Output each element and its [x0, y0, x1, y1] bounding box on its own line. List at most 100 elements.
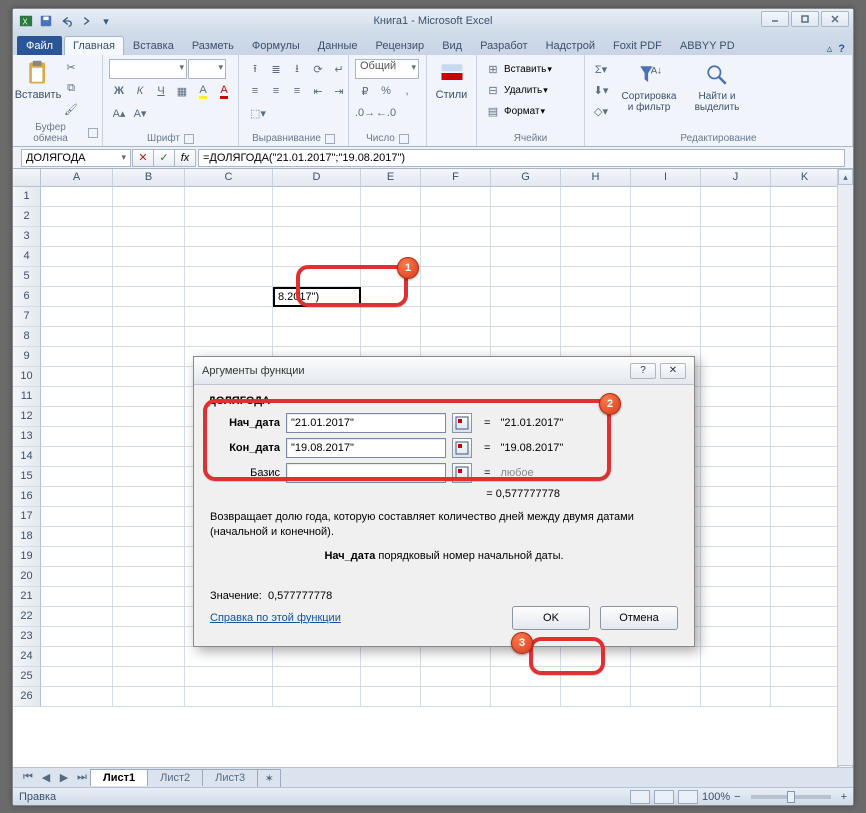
- cell-D26[interactable]: [273, 687, 361, 707]
- tab-home[interactable]: Главная: [64, 36, 124, 55]
- name-box[interactable]: ДОЛЯГОДА▾: [21, 149, 131, 167]
- cell-A11[interactable]: [41, 387, 113, 407]
- cell-J14[interactable]: [701, 447, 771, 467]
- cell-K17[interactable]: [771, 507, 839, 527]
- row-header-17[interactable]: 17: [13, 507, 41, 527]
- row-header-1[interactable]: 1: [13, 187, 41, 207]
- row-header-12[interactable]: 12: [13, 407, 41, 427]
- qat-dropdown-icon[interactable]: ▾: [97, 12, 115, 30]
- close-button[interactable]: [821, 11, 849, 27]
- cell-B5[interactable]: [113, 267, 185, 287]
- cell-D5[interactable]: [273, 267, 361, 287]
- minimize-button[interactable]: [761, 11, 789, 27]
- merge-button[interactable]: ⬚▾: [245, 103, 271, 123]
- cell-J10[interactable]: [701, 367, 771, 387]
- cell-G1[interactable]: [491, 187, 561, 207]
- zoom-slider[interactable]: [751, 795, 831, 799]
- row-header-4[interactable]: 4: [13, 247, 41, 267]
- cell-J13[interactable]: [701, 427, 771, 447]
- row-header-24[interactable]: 24: [13, 647, 41, 667]
- view-layout-button[interactable]: [654, 790, 674, 804]
- cell-B26[interactable]: [113, 687, 185, 707]
- zoom-in-button[interactable]: +: [841, 791, 847, 803]
- cell-K16[interactable]: [771, 487, 839, 507]
- cell-G8[interactable]: [491, 327, 561, 347]
- underline-button[interactable]: Ч: [151, 81, 171, 101]
- row-header-21[interactable]: 21: [13, 587, 41, 607]
- cell-E26[interactable]: [361, 687, 421, 707]
- range-picker-icon[interactable]: [452, 413, 472, 433]
- cell-J16[interactable]: [701, 487, 771, 507]
- formula-cancel-button[interactable]: ✕: [132, 149, 154, 167]
- cell-K14[interactable]: [771, 447, 839, 467]
- column-header-I[interactable]: I: [631, 169, 701, 186]
- range-picker-icon[interactable]: [452, 463, 472, 483]
- tab-abbyy[interactable]: ABBYY PD: [671, 36, 744, 55]
- cell-J15[interactable]: [701, 467, 771, 487]
- cell-E2[interactable]: [361, 207, 421, 227]
- cell-J20[interactable]: [701, 567, 771, 587]
- tab-data[interactable]: Данные: [309, 36, 367, 55]
- format-cells-icon[interactable]: ▤: [483, 101, 503, 121]
- tab-review[interactable]: Рецензир: [367, 36, 434, 55]
- cell-J5[interactable]: [701, 267, 771, 287]
- row-header-26[interactable]: 26: [13, 687, 41, 707]
- row-header-20[interactable]: 20: [13, 567, 41, 587]
- cell-J22[interactable]: [701, 607, 771, 627]
- decrease-font-icon[interactable]: A▾: [130, 103, 150, 123]
- find-select-button[interactable]: Найти и выделить: [687, 59, 747, 115]
- autosum-icon[interactable]: Σ▾: [591, 59, 611, 79]
- cell-D4[interactable]: [273, 247, 361, 267]
- cell-J2[interactable]: [701, 207, 771, 227]
- cell-C25[interactable]: [185, 667, 273, 687]
- dialog-titlebar[interactable]: Аргументы функции ? ✕: [194, 357, 694, 385]
- column-header-K[interactable]: K: [771, 169, 839, 186]
- cell-F26[interactable]: [421, 687, 491, 707]
- cell-I6[interactable]: [631, 287, 701, 307]
- row-header-23[interactable]: 23: [13, 627, 41, 647]
- cell-E8[interactable]: [361, 327, 421, 347]
- cell-K26[interactable]: [771, 687, 839, 707]
- row-header-5[interactable]: 5: [13, 267, 41, 287]
- cell-A25[interactable]: [41, 667, 113, 687]
- cell-A24[interactable]: [41, 647, 113, 667]
- cell-F2[interactable]: [421, 207, 491, 227]
- cell-A6[interactable]: [41, 287, 113, 307]
- cell-D24[interactable]: [273, 647, 361, 667]
- cell-K2[interactable]: [771, 207, 839, 227]
- align-bottom-icon[interactable]: ⭳: [287, 59, 307, 79]
- cell-A21[interactable]: [41, 587, 113, 607]
- cell-B16[interactable]: [113, 487, 185, 507]
- zoom-out-button[interactable]: −: [734, 791, 740, 803]
- cell-K7[interactable]: [771, 307, 839, 327]
- row-header-18[interactable]: 18: [13, 527, 41, 547]
- cell-H6[interactable]: [561, 287, 631, 307]
- sheet-tab-1[interactable]: Лист1: [90, 769, 148, 786]
- column-header-H[interactable]: H: [561, 169, 631, 186]
- arg-input-1[interactable]: [286, 438, 446, 458]
- cell-A10[interactable]: [41, 367, 113, 387]
- cell-K1[interactable]: [771, 187, 839, 207]
- range-picker-icon[interactable]: [452, 438, 472, 458]
- italic-button[interactable]: К: [130, 81, 150, 101]
- cell-J25[interactable]: [701, 667, 771, 687]
- align-launcher[interactable]: [325, 134, 335, 144]
- cell-B11[interactable]: [113, 387, 185, 407]
- cell-B2[interactable]: [113, 207, 185, 227]
- sheet-tab-2[interactable]: Лист2: [147, 769, 203, 786]
- cell-J7[interactable]: [701, 307, 771, 327]
- cell-A2[interactable]: [41, 207, 113, 227]
- orientation-icon[interactable]: ⟳: [308, 59, 328, 79]
- cell-B23[interactable]: [113, 627, 185, 647]
- cell-A14[interactable]: [41, 447, 113, 467]
- align-right-icon[interactable]: ≡: [287, 81, 307, 101]
- copy-icon[interactable]: ⧉: [61, 78, 81, 98]
- font-size-combo[interactable]: [188, 59, 226, 79]
- cell-I8[interactable]: [631, 327, 701, 347]
- bold-button[interactable]: Ж: [109, 81, 129, 101]
- cell-A17[interactable]: [41, 507, 113, 527]
- cell-D25[interactable]: [273, 667, 361, 687]
- cell-K21[interactable]: [771, 587, 839, 607]
- cell-K12[interactable]: [771, 407, 839, 427]
- currency-icon[interactable]: ₽: [355, 81, 375, 101]
